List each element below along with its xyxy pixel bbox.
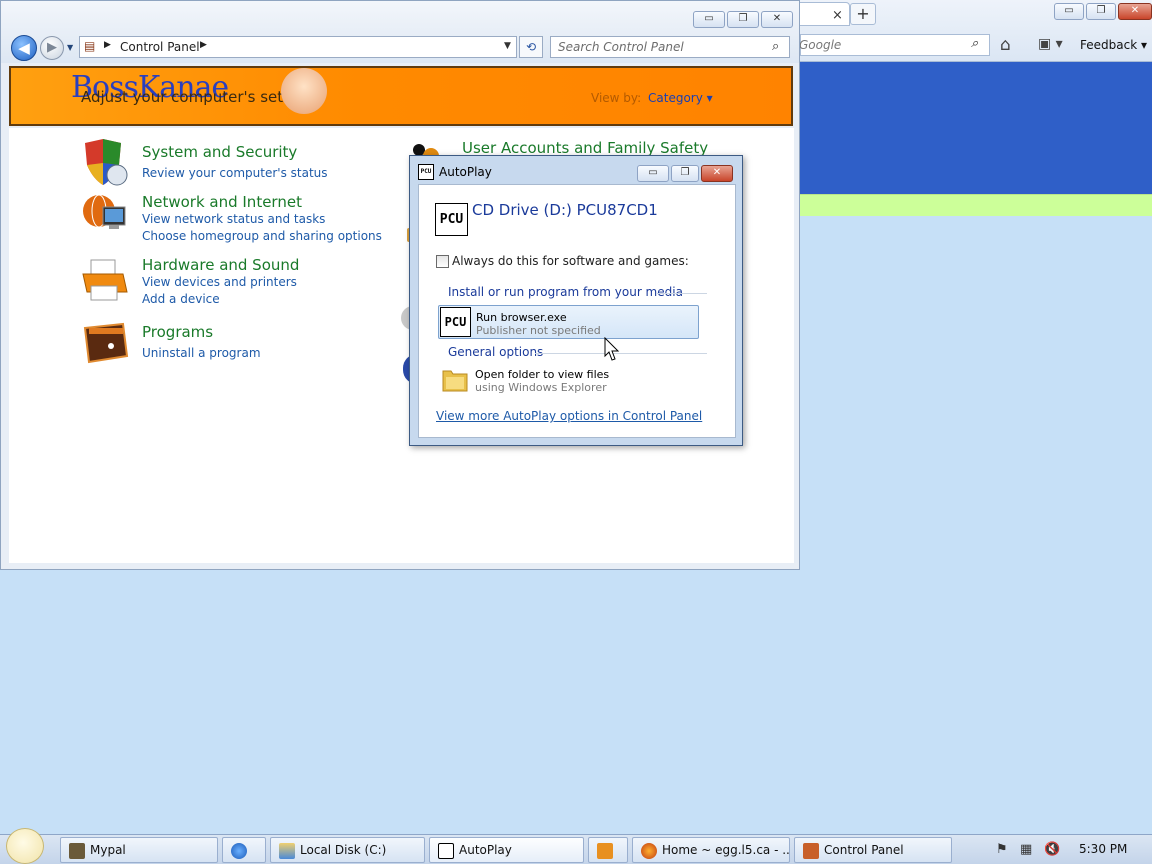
feedback-button[interactable]: Feedback ▾ (1080, 38, 1147, 52)
tab-close-icon[interactable]: × (832, 8, 843, 23)
cp-restore-button[interactable]: ❐ (727, 11, 759, 28)
recent-pages-dropdown-icon[interactable]: ▼ (67, 43, 73, 52)
mypal-icon (69, 842, 85, 859)
autoplay-icon (438, 842, 454, 859)
mouse-cursor-icon (604, 337, 620, 361)
taskbar: Mypal Local Disk (C:) AutoPlay Home ~ eg… (0, 834, 1152, 864)
ie-icon (231, 842, 247, 859)
breadcrumb-arrow-icon[interactable]: ▶ (200, 40, 207, 50)
address-dropdown-icon[interactable]: ▼ (504, 41, 511, 51)
taskbar-item-label: Control Panel (824, 843, 904, 857)
open-folder-option[interactable]: Open folder to view files using Windows … (439, 361, 701, 397)
autoplay-app-icon: PCU (418, 164, 434, 180)
bookmark-icon[interactable]: ▣ ▾ (1038, 36, 1063, 52)
folder-icon (442, 370, 468, 392)
theme-banner: BossKanae Adjust your computer's setting… (9, 66, 793, 126)
taskbar-item[interactable]: Local Disk (C:) (270, 837, 425, 863)
drive-title: CD Drive (D:) PCU87CD1 (472, 201, 658, 219)
address-bar[interactable]: ▤ ▶ Control Panel ▶ ▼ (79, 36, 517, 58)
dialog-title: AutoPlay (439, 165, 492, 179)
category-title[interactable]: Network and Internet (142, 193, 302, 211)
action-center-flag-icon[interactable]: ⚑ (996, 842, 1008, 857)
control-panel-icon (803, 842, 819, 859)
programs-icon[interactable] (81, 320, 129, 368)
system-clock[interactable]: 5:30 PM (1079, 842, 1127, 856)
browser-restore-button[interactable]: ❐ (1086, 3, 1116, 20)
google-search-input[interactable]: Google ⌕ (799, 34, 990, 56)
category-link[interactable]: Review your computer's status (142, 166, 328, 180)
breadcrumb-arrow-icon[interactable]: ▶ (104, 40, 111, 50)
search-placeholder: Search Control Panel (558, 40, 684, 54)
search-icon[interactable]: ⌕ (772, 39, 779, 54)
volume-muted-icon[interactable]: 🔇 (1044, 842, 1060, 857)
firefox-icon (641, 842, 657, 859)
ap-close-button[interactable]: ✕ (701, 165, 733, 182)
search-input[interactable]: Search Control Panel ⌕ (550, 36, 790, 58)
taskbar-item[interactable]: Home ~ egg.l5.ca - ... (632, 837, 790, 863)
run-program-option[interactable]: PCU Run browser.exe Publisher not specif… (438, 305, 699, 339)
new-tab-button[interactable]: + (850, 3, 876, 25)
browser-window: × + ▭ ❐ ✕ Google ⌕ ⌂ ▣ ▾ Feedback ▾ (799, 0, 1152, 216)
network-icon[interactable]: ▦ (1020, 842, 1032, 857)
always-do-this-label[interactable]: Always do this for software and games: (452, 254, 689, 268)
page-header-band (800, 62, 1152, 194)
browser-tab[interactable]: × (800, 2, 850, 26)
taskbar-item-label: Mypal (90, 843, 126, 857)
breadcrumb[interactable]: Control Panel (120, 40, 200, 54)
category-title[interactable]: Programs (142, 323, 213, 341)
network-globe-icon[interactable] (81, 191, 129, 239)
page-green-band (800, 194, 1152, 216)
category-link[interactable]: Add a device (142, 292, 220, 306)
cp-close-button[interactable]: ✕ (761, 11, 793, 28)
option-subtitle: Publisher not specified (476, 324, 601, 337)
printer-icon[interactable] (81, 256, 129, 304)
section-heading-general: General options (448, 345, 544, 359)
refresh-button[interactable]: ⟲ (519, 36, 543, 58)
taskbar-item-label: AutoPlay (459, 843, 512, 857)
explorer-icon (279, 842, 295, 859)
browser-close-button[interactable]: ✕ (1118, 3, 1152, 20)
category-link[interactable]: Choose homegroup and sharing options (142, 229, 382, 243)
feedback-label: Feedback (1080, 38, 1138, 52)
category-link[interactable]: Uninstall a program (142, 346, 261, 360)
cd-drive-icon: PCU (435, 203, 468, 236)
ap-minimize-button[interactable]: ▭ (637, 165, 669, 182)
taskbar-item-label: Home ~ egg.l5.ca - ... (662, 843, 790, 857)
banner-character-image (281, 68, 327, 114)
view-by-label: View by: (591, 91, 642, 105)
forward-button[interactable]: ▶ (40, 36, 64, 60)
program-icon: PCU (440, 307, 471, 337)
view-by-dropdown[interactable]: Category ▾ (648, 91, 713, 105)
taskbar-item[interactable] (222, 837, 266, 863)
shield-icon[interactable] (81, 139, 129, 187)
category-title[interactable]: System and Security (142, 143, 297, 161)
always-do-this-checkbox[interactable] (436, 255, 449, 268)
option-title: Open folder to view files (475, 368, 610, 381)
search-placeholder: Google (799, 38, 842, 52)
category-link[interactable]: View network status and tasks (142, 212, 325, 226)
option-title: Run browser.exe (476, 311, 567, 324)
taskbar-item-label: Local Disk (C:) (300, 843, 387, 857)
section-heading-install: Install or run program from your media (448, 285, 683, 299)
control-panel-icon: ▤ (84, 39, 96, 53)
taskbar-item[interactable]: Control Panel (794, 837, 952, 863)
search-icon[interactable]: ⌕ (971, 36, 978, 51)
more-autoplay-options-link[interactable]: View more AutoPlay options in Control Pa… (436, 409, 702, 423)
taskbar-item[interactable] (588, 837, 628, 863)
taskbar-item[interactable]: AutoPlay (429, 837, 584, 863)
option-subtitle: using Windows Explorer (475, 381, 607, 394)
ap-restore-button[interactable]: ❐ (671, 165, 699, 182)
category-title[interactable]: Hardware and Sound (142, 256, 299, 274)
back-button[interactable]: ◀ (11, 35, 37, 61)
category-link[interactable]: View devices and printers (142, 275, 297, 289)
browser-minimize-button[interactable]: ▭ (1054, 3, 1084, 20)
taskbar-item[interactable]: Mypal (60, 837, 218, 863)
autoplay-dialog: PCU AutoPlay ▭ ❐ ✕ PCU CD Drive (D:) PCU… (409, 155, 743, 446)
divider (657, 293, 707, 294)
home-icon[interactable]: ⌂ (1000, 35, 1011, 55)
cp-minimize-button[interactable]: ▭ (693, 11, 725, 28)
browser-toolbar: × + ▭ ❐ ✕ Google ⌕ ⌂ ▣ ▾ Feedback ▾ (799, 0, 1152, 62)
start-button[interactable] (6, 828, 44, 864)
media-icon (597, 842, 613, 859)
